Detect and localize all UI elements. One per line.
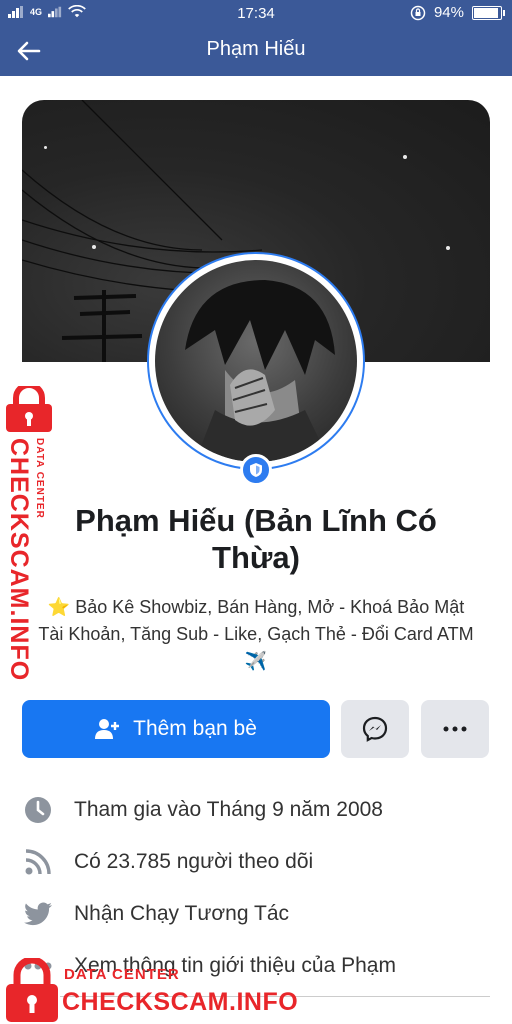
star-dot xyxy=(446,246,450,250)
info-row-followers[interactable]: Có 23.785 người theo dõi xyxy=(22,842,492,882)
info-text-followers: Có 23.785 người theo dõi xyxy=(74,850,314,873)
profile-shield-badge[interactable] xyxy=(240,454,272,486)
header: Phạm Hiếu xyxy=(0,28,512,76)
header-title: Phạm Hiếu xyxy=(206,38,306,60)
bio-line-3: ✈️ xyxy=(244,651,268,671)
avatar-illustration xyxy=(185,280,335,462)
top-bar: 4G 17:34 94% Phạm Hiếu xyxy=(0,0,512,76)
info-text-twitter: Nhận Chạy Tương Tác xyxy=(74,902,289,925)
lock-icon xyxy=(6,386,52,432)
battery-percent: 94% xyxy=(433,4,464,21)
watermark-bottom-title: CHECKSCAM.INFO xyxy=(62,988,299,1016)
twitter-icon xyxy=(22,898,54,930)
status-bar: 4G 17:34 94% xyxy=(0,0,512,28)
avatar[interactable] xyxy=(155,260,357,462)
add-friend-label: Thêm bạn bè xyxy=(133,717,257,740)
rss-icon xyxy=(22,846,54,878)
profile-bio: ⭐ Bảo Kê Showbiz, Bán Hàng, Mở - Khoá Bả… xyxy=(22,594,490,675)
bio-line-1: ⭐ Bảo Kê Showbiz, Bán Hàng, Mở - Khoá Bả… xyxy=(47,597,465,617)
star-dot xyxy=(92,245,96,249)
star-dot xyxy=(44,146,47,149)
info-row-twitter[interactable]: Nhận Chạy Tương Tác xyxy=(22,894,492,934)
message-button[interactable] xyxy=(341,700,409,758)
profile-name: Phạm Hiếu (Bản Lĩnh Có Thừa) xyxy=(75,503,437,575)
battery-icon xyxy=(472,5,505,20)
battery-fill xyxy=(474,7,499,18)
person-add-icon xyxy=(95,719,120,739)
lock-rotation-icon xyxy=(410,5,426,20)
more-button[interactable] xyxy=(421,700,489,758)
add-friend-button[interactable]: Thêm bạn bè xyxy=(22,700,330,758)
messenger-icon xyxy=(362,716,388,742)
watermark-bottom-subtitle: DATA CENTER xyxy=(64,966,180,983)
shield-icon xyxy=(250,463,262,477)
status-right: 94% xyxy=(410,4,505,21)
star-dot xyxy=(403,155,407,159)
lock-icon xyxy=(6,958,58,1022)
watermark-side-subtitle: DATA CENTER xyxy=(34,438,45,519)
bio-line-2: Tài Khoản, Tăng Sub - Like, Gạch Thẻ - Đ… xyxy=(38,624,474,644)
watermark-side-title: CHECKSCAM.INFO xyxy=(5,438,33,682)
info-text-joined: Tham gia vào Tháng 9 năm 2008 xyxy=(74,798,383,821)
more-dots-icon xyxy=(443,726,467,732)
info-row-joined: Tham gia vào Tháng 9 năm 2008 xyxy=(22,790,492,830)
clock-icon xyxy=(22,794,54,826)
